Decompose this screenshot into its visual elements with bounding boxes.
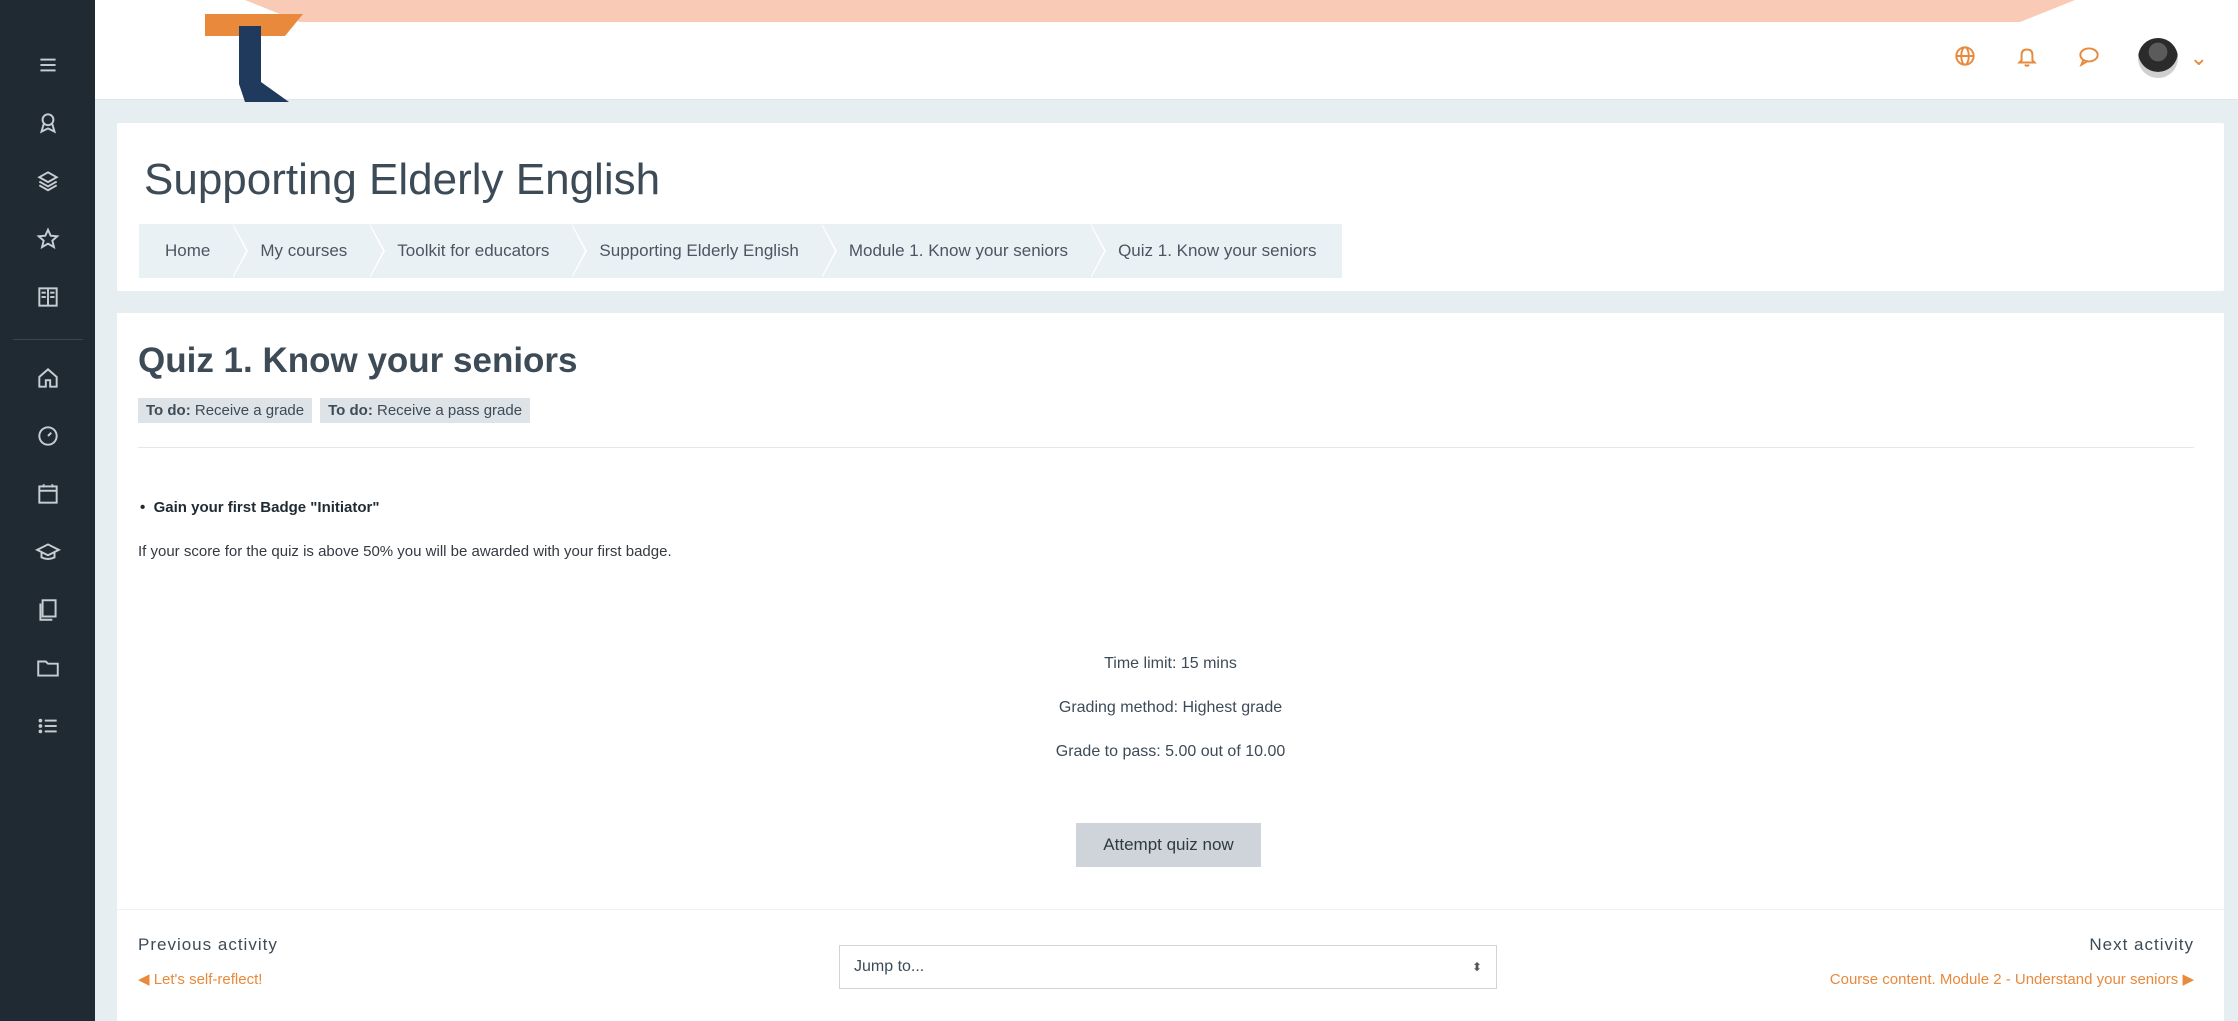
select-arrows-icon: ⬍ bbox=[1471, 960, 1482, 974]
time-limit: Time limit: 15 mins bbox=[1104, 655, 1237, 672]
completion-requirements: To do: Receive a grade To do: Receive a … bbox=[138, 398, 531, 423]
todo-label: To do: bbox=[146, 402, 191, 419]
next-activity-link[interactable]: Course content. Module 2 - Understand yo… bbox=[1830, 970, 2194, 988]
completion-badge: To do: Receive a grade bbox=[138, 398, 313, 423]
menu-icon[interactable] bbox=[28, 45, 68, 85]
page-title: Supporting Elderly English bbox=[144, 155, 661, 204]
page-header: Supporting Elderly English Home My cours… bbox=[117, 123, 2224, 291]
quiz-title: Quiz 1. Know your seniors bbox=[138, 341, 578, 380]
files-icon[interactable] bbox=[28, 590, 68, 630]
star-icon[interactable] bbox=[28, 219, 68, 259]
badge-icon[interactable] bbox=[28, 103, 68, 143]
bell-icon[interactable] bbox=[2014, 43, 2040, 74]
avatar[interactable] bbox=[2137, 38, 2178, 78]
breadcrumb-item-my-courses[interactable]: My courses bbox=[232, 224, 386, 278]
quiz-intro: If your score for the quiz is above 50% … bbox=[138, 543, 672, 560]
todo-label: To do: bbox=[328, 402, 373, 419]
folder-icon[interactable] bbox=[28, 648, 68, 688]
breadcrumb-item-home[interactable]: Home bbox=[139, 224, 249, 278]
globe-icon[interactable] bbox=[1952, 43, 1978, 74]
completion-badge: To do: Receive a pass grade bbox=[320, 398, 531, 423]
breadcrumb-item-course[interactable]: Supporting Elderly English bbox=[571, 224, 838, 278]
home-icon[interactable] bbox=[28, 358, 68, 398]
graduation-cap-icon[interactable] bbox=[28, 532, 68, 572]
badge-bullet: • Gain your first Badge "Initiator" bbox=[140, 499, 380, 516]
jump-to-value: Jump to... bbox=[854, 958, 925, 975]
grading-method: Grading method: Highest grade bbox=[1058, 699, 1283, 716]
decorative-banner bbox=[245, 0, 2075, 22]
previous-activity-label: Previous activity bbox=[138, 935, 278, 954]
footer-divider bbox=[117, 909, 2224, 910]
chat-icon[interactable] bbox=[2076, 43, 2102, 74]
breadcrumb: Home My courses Toolkit for educators Su… bbox=[139, 224, 1343, 278]
breadcrumb-item-module[interactable]: Module 1. Know your seniors bbox=[820, 224, 1107, 278]
todo-text: Receive a pass grade bbox=[376, 402, 523, 419]
grade-to-pass: Grade to pass: 5.00 out of 10.00 bbox=[1055, 743, 1286, 760]
calendar-icon[interactable] bbox=[28, 474, 68, 514]
book-icon[interactable] bbox=[28, 277, 68, 317]
chevron-down-icon[interactable]: ⌄ bbox=[2190, 45, 2208, 71]
breadcrumb-item-toolkit[interactable]: Toolkit for educators bbox=[369, 224, 588, 278]
previous-activity-link[interactable]: ◀ Let's self-reflect! bbox=[138, 970, 262, 988]
jump-to-select[interactable]: Jump to... ⬍ bbox=[839, 945, 1497, 989]
dashboard-icon[interactable] bbox=[28, 416, 68, 456]
breadcrumb-item-quiz[interactable]: Quiz 1. Know your seniors bbox=[1090, 224, 1343, 278]
attempt-quiz-button[interactable]: Attempt quiz now bbox=[1076, 823, 1261, 867]
layers-icon[interactable] bbox=[28, 161, 68, 201]
divider bbox=[138, 447, 2194, 448]
site-logo[interactable] bbox=[205, 14, 305, 102]
list-icon[interactable] bbox=[28, 706, 68, 746]
next-activity-label: Next activity bbox=[2089, 935, 2194, 954]
top-navbar: ⌄ bbox=[95, 0, 2238, 102]
sidebar-divider bbox=[12, 339, 83, 340]
badge-bullet-text: Gain your first Badge "Initiator" bbox=[153, 499, 380, 516]
navbar-actions: ⌄ bbox=[1952, 38, 2208, 78]
left-sidebar bbox=[0, 0, 95, 1021]
quiz-content: Quiz 1. Know your seniors To do: Receive… bbox=[117, 313, 2224, 1021]
todo-text: Receive a grade bbox=[194, 402, 305, 419]
